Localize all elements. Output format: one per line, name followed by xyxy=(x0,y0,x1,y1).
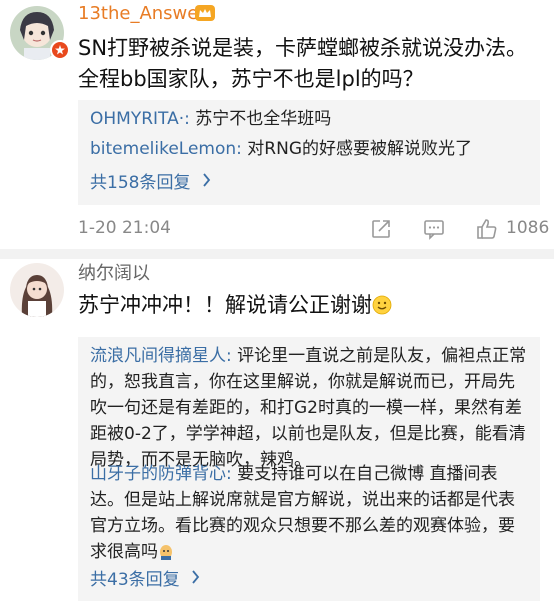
comment-meta-row: 1-20 21:04 1086 xyxy=(78,218,550,240)
more-replies-label: 共43条回复 xyxy=(90,570,180,590)
username[interactable]: 纳尔阔以 xyxy=(78,263,150,285)
share-icon[interactable] xyxy=(370,218,392,240)
verified-badge-icon xyxy=(50,40,70,60)
more-replies-label: 共158条回复 xyxy=(90,173,191,193)
like-count: 1086 xyxy=(506,218,550,238)
replies-box: 流浪凡间得摘星人: 评论里一直说之前是队友，偏袒点正常的，恕我直言，你在这里解说… xyxy=(78,337,540,601)
reply-item[interactable]: bitemelikeLemon: 对RNG的好感要被解说败光了 xyxy=(90,136,472,162)
comment-text-content: 苏宁冲冲冲！！解说请公正谢谢 xyxy=(78,293,372,317)
timestamp: 1-20 21:04 xyxy=(78,218,171,238)
reply-text: 对RNG的好感要被解说败光了 xyxy=(241,139,473,159)
reply-username[interactable]: 流浪凡间得摘星人: xyxy=(90,346,232,366)
section-divider xyxy=(0,249,554,259)
replies-box: OHMYRITA·: 苏宁不也全华班吗 bitemelikeLemon: 对RN… xyxy=(78,100,540,205)
more-replies-link[interactable]: 共158条回复 xyxy=(90,168,211,193)
more-replies-link[interactable]: 共43条回复 xyxy=(90,565,200,590)
comment-item: 13the_Answer SN打野被杀说是装，卡萨螳螂被杀就说没办法。全程bb国… xyxy=(0,0,554,249)
crown-icon xyxy=(195,4,215,21)
smile-emoji xyxy=(372,293,392,324)
chevron-right-icon xyxy=(191,569,200,589)
reply-item[interactable]: OHMYRITA·: 苏宁不也全华班吗 xyxy=(90,106,331,132)
like-icon[interactable] xyxy=(476,218,498,240)
comment-icon[interactable] xyxy=(423,218,445,240)
avatar[interactable] xyxy=(10,263,64,317)
reply-username[interactable]: OHMYRITA·: xyxy=(90,109,190,129)
chevron-right-icon xyxy=(202,172,211,192)
reply-username[interactable]: bitemelikeLemon: xyxy=(90,139,242,159)
reply-item[interactable]: 流浪凡间得摘星人: 评论里一直说之前是队友，偏袒点正常的，恕我直言，你在这里解说… xyxy=(90,343,530,473)
reply-username[interactable]: 山牙子的防弹背心: xyxy=(90,464,232,484)
username[interactable]: 13the_Answer xyxy=(78,3,206,25)
comment-text: SN打野被杀说是装，卡萨螳螂被杀就说没办法。全程bb国家队，苏宁不也是lpl的吗… xyxy=(78,36,528,91)
reply-text: 苏宁不也全华班吗 xyxy=(189,109,332,129)
comment-text: 苏宁冲冲冲！！解说请公正谢谢 xyxy=(78,290,540,324)
reply-item[interactable]: 山牙子的防弹背心: 要支持谁可以在自己微博 直播间表达。但是站上解说席就是官方解… xyxy=(90,461,530,568)
comment-item: 纳尔阔以 苏宁冲冲冲！！解说请公正谢谢 流浪凡间得摘星人: 评论里一直说之前是队… xyxy=(0,259,554,616)
